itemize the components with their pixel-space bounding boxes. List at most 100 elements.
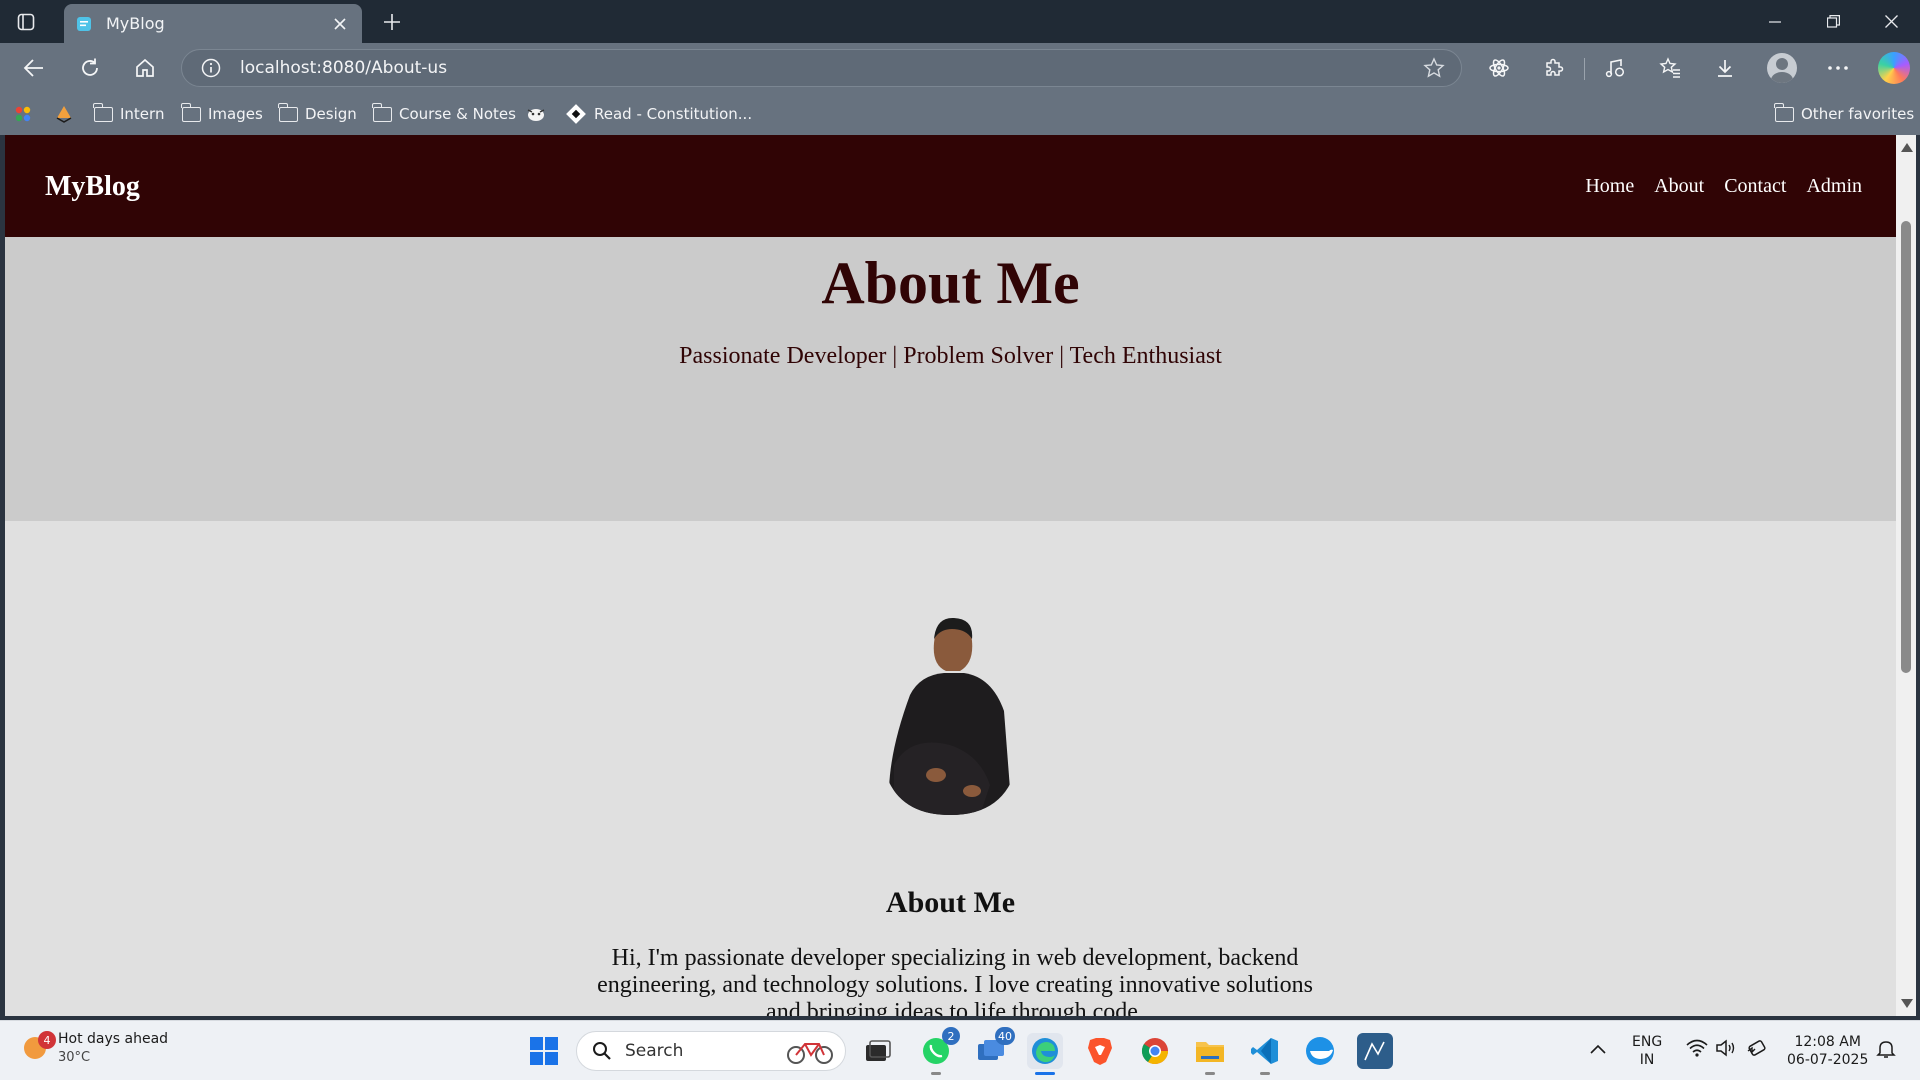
- copilot-icon[interactable]: [1878, 52, 1910, 84]
- language-indicator[interactable]: ENG IN: [1632, 1033, 1662, 1069]
- scrollbar-thumb[interactable]: [1901, 221, 1911, 673]
- folder-icon: [372, 102, 392, 122]
- language-line1: ENG: [1632, 1034, 1663, 1050]
- notifications-bell-icon[interactable]: [1876, 1039, 1896, 1064]
- language-line2: IN: [1639, 1052, 1655, 1068]
- site-navbar: MyBlog Home About Contact Admin: [5, 135, 1896, 237]
- search-icon: [591, 1040, 613, 1062]
- extensions-puzzle-icon[interactable]: [1538, 52, 1570, 84]
- taskbar-search[interactable]: Search: [576, 1031, 846, 1071]
- favorite-star-icon[interactable]: [1421, 55, 1447, 81]
- media-control-icon[interactable]: [1599, 52, 1631, 84]
- bookmark-other-favorites[interactable]: Other favorites: [1774, 101, 1915, 127]
- about-heading: About Me: [885, 886, 1016, 919]
- about-paragraph: Hi, I'm passionate developer specializin…: [597, 945, 1313, 1016]
- address-bar[interactable]: localhost:8080/About-us: [181, 49, 1462, 87]
- folder-icon: [278, 102, 298, 122]
- search-placeholder: Search: [625, 1041, 684, 1061]
- tab-title: MyBlog: [106, 14, 165, 33]
- bookmark-label: Images: [208, 105, 263, 123]
- running-indicator: [931, 1072, 941, 1075]
- page-viewport: MyBlog Home About Contact Admin About Me…: [5, 135, 1896, 1016]
- edge-browser-icon[interactable]: [1027, 1033, 1063, 1075]
- browser-tab-active[interactable]: MyBlog: [64, 4, 362, 43]
- clock-date: 06-07-2025: [1787, 1052, 1869, 1068]
- teams-icon[interactable]: 40: [973, 1027, 1015, 1069]
- restore-button[interactable]: [1804, 0, 1862, 43]
- toolbar-separator: [1584, 58, 1585, 80]
- volume-icon[interactable]: [1715, 1039, 1737, 1062]
- extension-atom-icon[interactable]: [1483, 52, 1515, 84]
- bookmarks-bar: Intern Images Design Course & Notes Read…: [0, 93, 1920, 135]
- weather-widget[interactable]: 4 Hot days ahead 30°C: [24, 1031, 168, 1065]
- page-scrollbar[interactable]: [1896, 135, 1916, 1016]
- scroll-up-arrow-icon[interactable]: [1901, 143, 1913, 152]
- task-view-icon[interactable]: [860, 1033, 896, 1069]
- favorites-icon[interactable]: [1654, 52, 1686, 84]
- blog-favicon-icon: [76, 16, 92, 32]
- more-menu-icon[interactable]: [1822, 52, 1854, 84]
- reload-button[interactable]: [74, 52, 106, 84]
- bicycle-icon: [787, 1043, 833, 1064]
- bookmark-mascot-icon[interactable]: [526, 101, 546, 127]
- bookmark-site-icon[interactable]: [54, 101, 74, 127]
- weather-title: Hot days ahead: [58, 1031, 169, 1047]
- wifi-icon[interactable]: [1686, 1039, 1708, 1062]
- folder-icon: [1774, 102, 1794, 122]
- vscode-icon[interactable]: [1247, 1033, 1283, 1075]
- bookmark-label: Read - Constitution...: [594, 105, 753, 123]
- weather-temp: 30°C: [58, 1050, 91, 1065]
- bookmark-folder-design[interactable]: Design: [278, 101, 357, 127]
- hero-tagline: Passionate Developer | Problem Solver | …: [679, 343, 1222, 369]
- weather-badge: 4: [38, 1031, 56, 1049]
- back-button[interactable]: [18, 52, 50, 84]
- whatsapp-icon[interactable]: 2: [918, 1027, 960, 1075]
- show-hidden-icons-chevron-icon[interactable]: [1590, 1041, 1606, 1059]
- nav-link-admin[interactable]: Admin: [1806, 175, 1862, 198]
- browser-title-bar: MyBlog: [0, 0, 1920, 43]
- apps-grid-icon[interactable]: [14, 101, 32, 127]
- file-explorer-icon[interactable]: [1192, 1033, 1228, 1075]
- folder-icon: [181, 102, 201, 122]
- folder-icon: [93, 102, 113, 122]
- bookmark-folder-course-notes[interactable]: Course & Notes: [372, 101, 516, 127]
- running-indicator: [1260, 1072, 1270, 1075]
- battery-charging-icon[interactable]: [1745, 1039, 1767, 1062]
- bookmark-folder-images[interactable]: Images: [181, 101, 263, 127]
- whatsapp-badge: 2: [942, 1027, 960, 1045]
- hero-title: About Me: [821, 250, 1080, 316]
- site-brand[interactable]: MyBlog: [45, 171, 140, 203]
- nav-link-home[interactable]: Home: [1585, 175, 1634, 198]
- profile-avatar[interactable]: [1767, 53, 1797, 83]
- profile-photo: [888, 617, 1012, 815]
- close-tab-icon[interactable]: [330, 14, 350, 34]
- clock-time: 12:08 AM: [1794, 1034, 1861, 1050]
- site-nav-links: Home About Contact Admin: [1585, 175, 1862, 198]
- minimize-button[interactable]: [1746, 0, 1804, 43]
- downloads-icon[interactable]: [1709, 52, 1741, 84]
- start-windows-icon[interactable]: [526, 1033, 562, 1069]
- system-clock[interactable]: 12:08 AM 06-07-2025: [1787, 1033, 1868, 1069]
- hero-section: About Me Passionate Developer | Problem …: [5, 237, 1896, 521]
- mysql-workbench-icon[interactable]: [1357, 1033, 1393, 1069]
- nav-link-about[interactable]: About: [1654, 175, 1704, 198]
- teams-badge: 40: [995, 1027, 1015, 1045]
- brave-browser-icon[interactable]: [1082, 1033, 1118, 1069]
- docker-icon[interactable]: [1302, 1033, 1338, 1069]
- browser-toolbar: localhost:8080/About-us: [0, 43, 1920, 93]
- tab-actions-icon[interactable]: [14, 10, 38, 34]
- url-text[interactable]: localhost:8080/About-us: [240, 58, 1421, 78]
- site-info-icon[interactable]: [200, 57, 222, 79]
- home-button[interactable]: [129, 52, 161, 84]
- weather-sun-icon: 4: [24, 1031, 56, 1059]
- new-tab-button[interactable]: [378, 8, 406, 36]
- scroll-down-arrow-icon[interactable]: [1901, 999, 1913, 1008]
- windows-taskbar: 4 Hot days ahead 30°C Search 2 40 ENG IN…: [0, 1020, 1920, 1080]
- bookmark-label: Course & Notes: [399, 105, 516, 123]
- close-window-button[interactable]: [1862, 0, 1920, 43]
- chrome-browser-icon[interactable]: [1137, 1033, 1173, 1069]
- bookmark-label: Other favorites: [1801, 105, 1915, 123]
- nav-link-contact[interactable]: Contact: [1724, 175, 1786, 198]
- bookmark-read-constitution[interactable]: Read - Constitution...: [566, 101, 752, 127]
- bookmark-folder-intern[interactable]: Intern: [93, 101, 164, 127]
